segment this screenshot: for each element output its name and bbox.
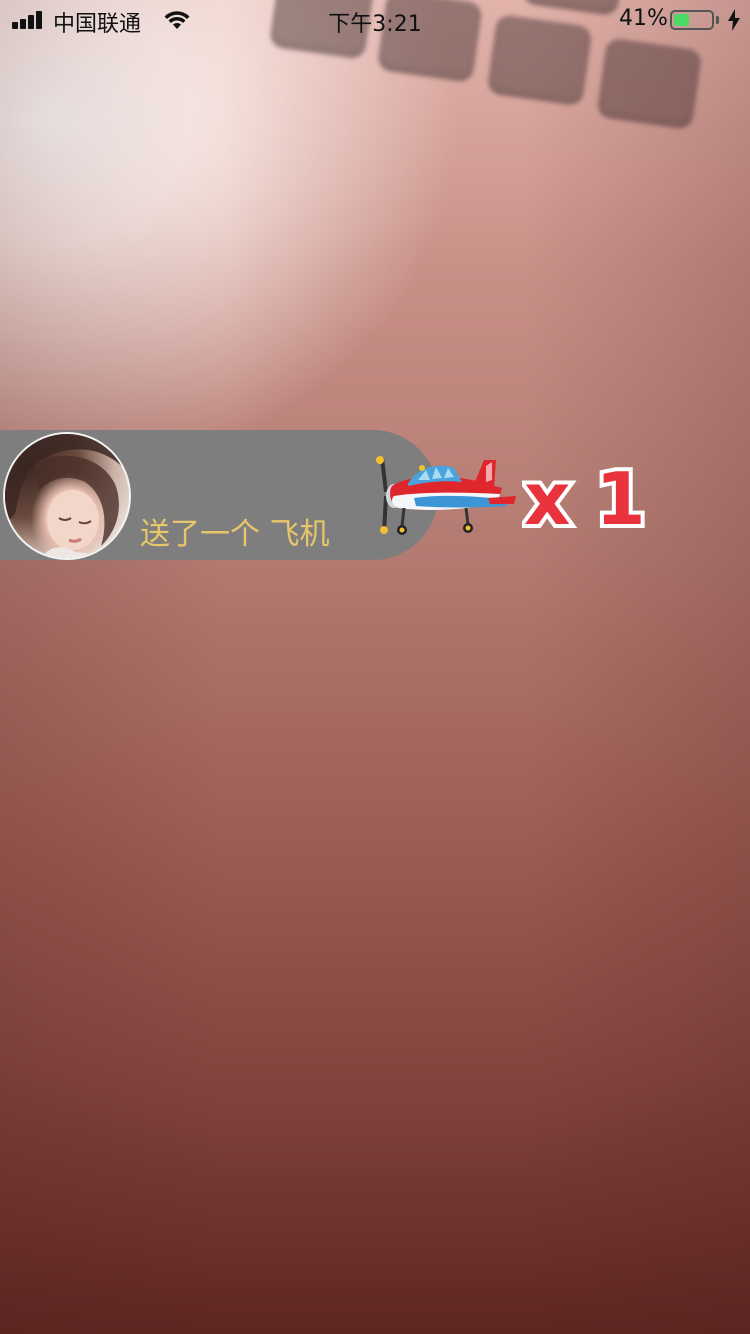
- battery-icon: [670, 10, 714, 30]
- gift-message-text: 送了一个 飞机: [140, 517, 330, 552]
- avatar-portrait: [5, 434, 129, 558]
- gift-count-text: x 1: [524, 457, 646, 540]
- status-bar: 中国联通 下午3:21 41%: [0, 0, 750, 40]
- battery-percentage: 41%: [619, 6, 668, 31]
- battery-tip: [716, 16, 719, 24]
- avatar[interactable]: [3, 432, 131, 560]
- airplane-icon: [376, 456, 516, 535]
- charging-bolt-icon: [728, 9, 740, 31]
- gift-count: x 1: [522, 453, 650, 540]
- battery-level: [674, 14, 689, 26]
- background-vignette: [0, 0, 750, 1334]
